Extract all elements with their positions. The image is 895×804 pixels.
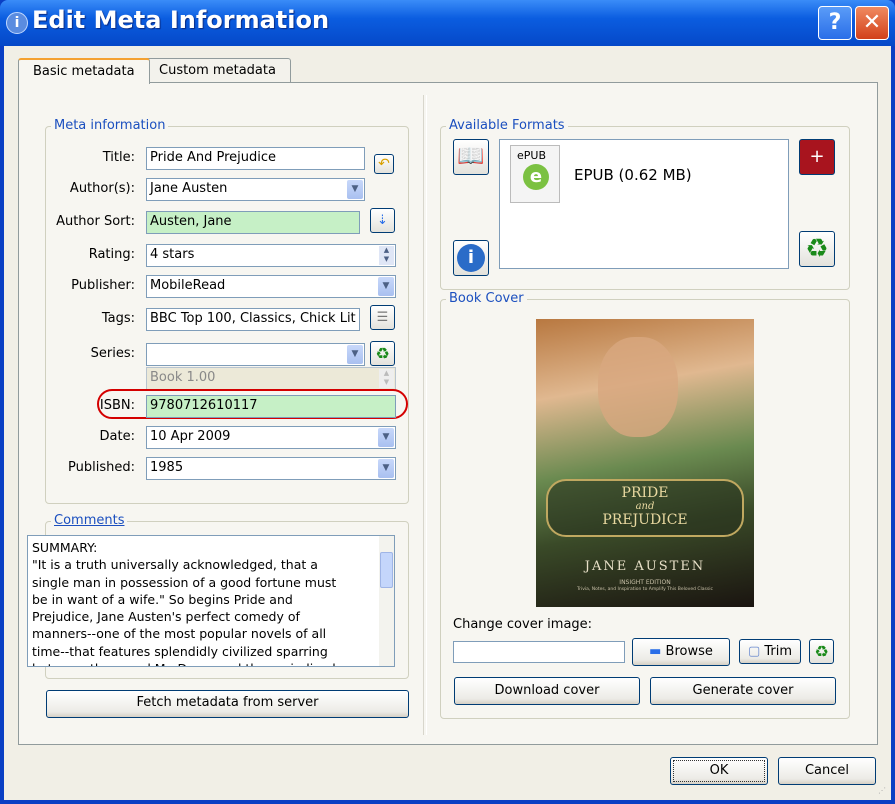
meta-information-label: Meta information xyxy=(51,118,169,133)
authors-value: Jane Austen xyxy=(150,181,228,196)
generate-cover-button[interactable]: Generate cover xyxy=(650,677,836,705)
trim-icon: ▢ xyxy=(747,644,761,659)
remove-format-book-icon[interactable]: + xyxy=(799,139,835,175)
epub-file-icon: ePUB e xyxy=(510,145,560,203)
resize-grip[interactable]: ⋰ xyxy=(878,786,886,795)
scrollbar-thumb[interactable] xyxy=(380,552,393,588)
published-date-picker[interactable]: 1985 ▼ xyxy=(146,457,396,480)
authors-label: Author(s): xyxy=(69,181,135,196)
trim-label: Trim xyxy=(764,644,793,659)
formats-list[interactable]: ePUB e EPUB (0.62 MB) xyxy=(499,139,789,269)
tag-editor-icon[interactable]: ☰ xyxy=(370,305,395,330)
epub-logo-icon: e xyxy=(523,164,549,190)
published-label: Published: xyxy=(68,460,135,475)
rating-spinbox[interactable]: 4 stars ▲ ▼ xyxy=(146,244,396,267)
cover-title-line1: PRIDE xyxy=(621,485,669,501)
date-picker[interactable]: 10 Apr 2009 ▼ xyxy=(146,426,396,449)
series-label: Series: xyxy=(90,346,135,361)
comments-text: SUMMARY: "It is a truth universally ackn… xyxy=(32,540,337,666)
cover-figure xyxy=(598,337,678,437)
authors-combobox[interactable]: Jane Austen ▼ xyxy=(146,178,365,201)
add-format-book-icon[interactable]: 📖 xyxy=(453,139,489,175)
format-info-button[interactable]: i xyxy=(453,240,489,276)
splitter-handle[interactable] xyxy=(423,95,427,735)
cancel-button[interactable]: Cancel xyxy=(778,757,876,785)
chevron-down-icon[interactable]: ▼ xyxy=(378,277,394,296)
author-sort-input[interactable]: Austen, Jane xyxy=(146,211,360,234)
remove-unused-series-recycle-icon[interactable]: ♻ xyxy=(370,341,395,366)
cover-title-and: and xyxy=(635,501,655,512)
format-item-label[interactable]: EPUB (0.62 MB) xyxy=(574,166,692,184)
tab-custom-metadata[interactable]: Custom metadata xyxy=(144,58,291,83)
spin-arrows-icon[interactable]: ▲ ▼ xyxy=(379,246,394,265)
author-sort-label: Author Sort: xyxy=(56,214,135,229)
available-formats-label: Available Formats xyxy=(446,118,568,133)
browse-label: Browse xyxy=(665,644,713,659)
title-label: Title: xyxy=(102,150,135,165)
comments-label: Comments xyxy=(51,513,128,528)
auto-author-sort-button[interactable]: ⇣ xyxy=(370,208,395,233)
cover-path-input[interactable] xyxy=(453,641,625,663)
spin-arrows-icon: ▲ ▼ xyxy=(379,369,394,388)
cover-author: JANE AUSTEN xyxy=(584,559,706,574)
chevron-down-icon[interactable]: ▼ xyxy=(378,428,394,447)
close-button[interactable]: ✕ xyxy=(855,6,889,40)
help-button[interactable]: ? xyxy=(818,6,852,40)
book-cover-label: Book Cover xyxy=(446,291,527,306)
publisher-label: Publisher: xyxy=(71,278,135,293)
change-cover-label: Change cover image: xyxy=(453,617,593,632)
series-index-spinbox: Book 1.00 ▲ ▼ xyxy=(146,367,396,390)
series-combobox[interactable]: ▼ xyxy=(146,343,365,366)
publisher-value: MobileRead xyxy=(150,278,226,293)
info-icon: i xyxy=(6,12,28,34)
info-icon: i xyxy=(457,244,485,272)
ok-button[interactable]: OK xyxy=(670,757,768,785)
rating-value: 4 stars xyxy=(150,247,195,262)
rating-label: Rating: xyxy=(88,247,135,262)
date-label: Date: xyxy=(99,429,135,444)
tags-label: Tags: xyxy=(101,311,135,326)
chevron-down-icon[interactable]: ▼ xyxy=(347,180,363,199)
dialog-body: Basic metadata Custom metadata Meta info… xyxy=(4,46,891,800)
browse-button[interactable]: ▬ Browse xyxy=(632,638,730,666)
title-bar[interactable]: i Edit Meta Information ? ✕ xyxy=(0,0,895,46)
publisher-combobox[interactable]: MobileRead ▼ xyxy=(146,275,396,298)
tab-panel: Meta information Title: Pride And Prejud… xyxy=(18,82,878,745)
comments-scrollbar[interactable] xyxy=(379,536,394,666)
epub-badge: ePUB xyxy=(517,149,546,162)
published-value: 1985 xyxy=(150,460,184,475)
window-title: Edit Meta Information xyxy=(32,6,330,34)
date-value: 10 Apr 2009 xyxy=(150,429,231,444)
tab-basic-metadata[interactable]: Basic metadata xyxy=(18,58,150,84)
restore-format-recycle-icon[interactable]: ♻ xyxy=(799,231,835,267)
reset-cover-recycle-icon[interactable]: ♻ xyxy=(809,639,834,664)
cover-tagline: Trivia, Notes, and Inspiration to Amplif… xyxy=(577,587,713,592)
comments-textarea[interactable]: SUMMARY: "It is a truth universally ackn… xyxy=(27,535,395,667)
isbn-label: ISBN: xyxy=(99,398,135,413)
cover-image: PRIDE and PREJUDICE JANE AUSTEN INSIGHT … xyxy=(536,319,754,607)
cover-title-plate: PRIDE and PREJUDICE xyxy=(546,479,744,537)
chevron-down-icon[interactable]: ▼ xyxy=(378,459,394,478)
series-index-value: Book 1.00 xyxy=(150,370,216,385)
browse-icon: ▬ xyxy=(649,644,662,659)
swap-title-author-icon[interactable]: ↶ xyxy=(374,154,394,174)
isbn-input[interactable]: 9780712610117 xyxy=(146,395,396,418)
cover-edition: INSIGHT EDITION xyxy=(619,579,671,586)
chevron-down-icon[interactable]: ▼ xyxy=(347,345,363,364)
fetch-metadata-button[interactable]: Fetch metadata from server xyxy=(46,690,409,718)
tags-input[interactable]: BBC Top 100, Classics, Chick Lit xyxy=(146,308,360,331)
cover-title-line2: PREJUDICE xyxy=(602,512,688,528)
download-cover-button[interactable]: Download cover xyxy=(454,677,640,705)
trim-button[interactable]: ▢ Trim xyxy=(739,639,801,664)
title-input[interactable]: Pride And Prejudice xyxy=(146,147,365,170)
